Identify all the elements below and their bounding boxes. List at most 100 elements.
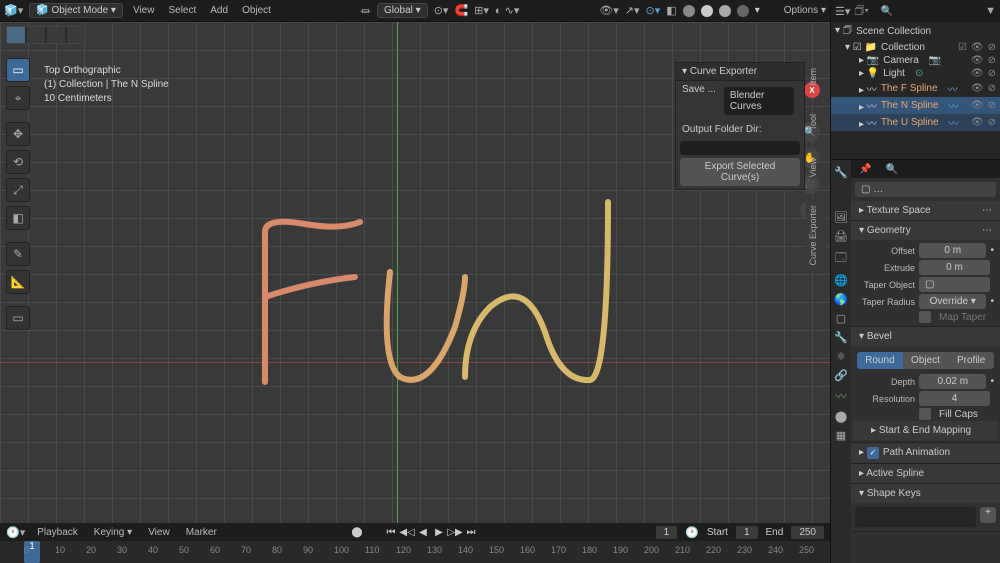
timeline-ruler[interactable]: 1 01020304050607080901001101201301401501… <box>0 541 830 563</box>
use-preview[interactable]: 🕐 <box>685 526 699 539</box>
props-search[interactable]: 🔍 <box>877 162 992 177</box>
menu-select[interactable]: Select <box>164 3 200 18</box>
item-camera[interactable]: ▸ 📷Camera📷 👁⊘ <box>831 54 1000 67</box>
ptab-scene[interactable]: 🌐 <box>834 274 848 287</box>
item-light[interactable]: ▸ 💡Light⊙ 👁⊘ <box>831 67 1000 80</box>
outliner-type[interactable]: ☰▾ <box>835 5 850 18</box>
panel-geometry[interactable]: ▾ Geometry⋯ <box>851 221 1000 240</box>
ptab-physics[interactable]: ⚛ <box>836 350 846 363</box>
tl-playback[interactable]: Playback <box>33 525 82 540</box>
ptab-material[interactable]: ⬤ <box>835 410 847 423</box>
current-frame[interactable]: 1 <box>656 526 678 539</box>
save-field[interactable]: Blender Curves <box>724 87 794 115</box>
tool-select[interactable]: ▭ <box>6 58 30 82</box>
snap-target[interactable]: ⊞▾ <box>474 4 489 17</box>
outliner-filter[interactable]: ▼ <box>985 5 996 17</box>
panel-start-end[interactable]: ▸ Start & End Mapping <box>853 421 998 440</box>
field-offset[interactable]: 0 m <box>919 243 986 258</box>
shape-key-add[interactable]: + <box>980 507 996 523</box>
ptab-modifier[interactable]: 🔧 <box>834 331 848 344</box>
breadcrumb[interactable]: ▢ … <box>855 182 996 197</box>
tool-mode-tabs[interactable] <box>6 26 86 44</box>
shading-wire[interactable] <box>683 5 695 17</box>
shape-keys-list[interactable] <box>855 507 976 527</box>
ptab-texture[interactable]: ▦ <box>836 429 846 442</box>
export-button[interactable]: Export Selected Curve(s) <box>680 158 800 186</box>
snap-toggle[interactable]: 🧲 <box>454 4 468 17</box>
tool-move[interactable]: ✥ <box>6 122 30 146</box>
tool-annotate[interactable]: ✎ <box>6 242 30 266</box>
orient-select[interactable]: Global ▾ <box>377 3 428 18</box>
tool-cursor[interactable]: ⌖ <box>6 86 30 110</box>
shading-solid[interactable] <box>701 5 713 17</box>
key-prev[interactable]: ◀◁ <box>400 525 414 539</box>
ptab-view[interactable]: 🗔 <box>835 249 847 268</box>
prop-edit[interactable]: ◐ ∿▾ <box>495 4 519 17</box>
field-taper-radius[interactable]: Override ▾ <box>919 294 986 309</box>
shading-mat[interactable] <box>719 5 731 17</box>
vis-gizmo[interactable]: 👁▾ <box>599 4 619 17</box>
pivot-icon[interactable]: ⊙▾ <box>434 4 449 17</box>
shading-drop[interactable]: ▾ <box>755 5 760 16</box>
mode-select[interactable]: 🧊 Object Mode ▾ <box>29 3 123 18</box>
play-rev[interactable]: ◀ <box>416 525 430 539</box>
menu-add[interactable]: Add <box>206 3 232 18</box>
ntab-tool[interactable]: Tool <box>806 108 826 137</box>
field-depth[interactable]: 0.02 m <box>919 374 986 389</box>
ntab-item[interactable]: Item <box>806 62 826 92</box>
ptab-world[interactable]: 🌎 <box>834 293 848 306</box>
item-f-spline[interactable]: ▸ 〰The F Spline〰 👁⊘ <box>831 80 1000 97</box>
menu-object[interactable]: Object <box>238 3 275 18</box>
panel-active-spline[interactable]: ▸ Active Spline <box>851 464 1000 483</box>
panel-shape-keys[interactable]: ▾ Shape Keys <box>851 484 1000 503</box>
ptab-output[interactable]: 🖨 <box>834 230 848 243</box>
bevel-mode-tabs[interactable]: Round Object Profile <box>857 352 994 369</box>
ntab-view[interactable]: View <box>806 152 826 183</box>
outliner-mode[interactable]: 🗇▾ <box>854 2 868 21</box>
xray-toggle[interactable]: ◧ <box>666 4 676 17</box>
tl-keying[interactable]: Keying ▾ <box>90 525 136 540</box>
tool-measure[interactable]: 📐 <box>6 270 30 294</box>
folder-field[interactable] <box>680 141 800 155</box>
key-next[interactable]: ▷▶ <box>448 525 462 539</box>
tl-type[interactable]: 🕐▾ <box>6 526 25 539</box>
panel-path-anim[interactable]: ▸ Path Animation <box>851 443 1000 463</box>
panel-texture-space[interactable]: ▸ Texture Space⋯ <box>851 201 1000 220</box>
field-resolution[interactable]: 4 <box>919 391 990 406</box>
tool-scale[interactable]: ⤢ <box>6 178 30 202</box>
play[interactable]: ▶ <box>432 525 446 539</box>
ptab-data[interactable]: 〰 <box>836 388 847 404</box>
item-n-spline[interactable]: ▸ 〰The N Spline〰 👁⊘ <box>831 97 1000 114</box>
end-frame[interactable]: 250 <box>791 526 824 539</box>
tl-marker[interactable]: Marker <box>182 525 221 540</box>
item-u-spline[interactable]: ▸ 〰The U Spline〰 👁⊘ <box>831 114 1000 131</box>
scene-collection[interactable]: ▾ 🗇Scene Collection <box>831 22 1000 41</box>
autokey[interactable]: ⬤ <box>350 525 364 539</box>
overlay-toggle[interactable]: ⊙▾ <box>646 4 661 17</box>
collection[interactable]: ▾ ☑ 📁Collection ☑👁⊘ <box>831 41 1000 54</box>
editor-type-icon[interactable]: 🧊▾ <box>4 4 23 17</box>
outliner-search[interactable]: 🔍 <box>873 4 981 19</box>
tool-addcube[interactable]: ▭ <box>6 306 30 330</box>
ptab-tool[interactable]: 🔧 <box>834 166 848 179</box>
ptab-object[interactable]: ▢ <box>836 312 846 325</box>
tool-transform[interactable]: ◧ <box>6 206 30 230</box>
shading-render[interactable] <box>737 5 749 17</box>
chk-map-taper[interactable] <box>919 311 931 323</box>
field-taper-object[interactable]: ▢ <box>919 277 990 292</box>
gizmo-toggle[interactable]: ↗▾ <box>625 4 640 17</box>
ptab-constraint[interactable]: 🔗 <box>834 369 848 382</box>
ptab-render[interactable]: 🖼 <box>834 211 848 224</box>
field-extrude[interactable]: 0 m <box>919 260 990 275</box>
jump-end[interactable]: ⏭ <box>464 525 478 539</box>
npanel-header[interactable]: ▾ Curve Exporter <box>676 63 804 81</box>
chk-fill-caps[interactable] <box>919 408 931 420</box>
jump-start[interactable]: ⏮ <box>384 525 398 539</box>
panel-bevel[interactable]: ▾ Bevel <box>851 327 1000 346</box>
orient-icon[interactable]: ⏛ <box>360 3 371 19</box>
props-pin[interactable]: 📌 <box>859 164 871 175</box>
start-frame[interactable]: 1 <box>736 526 758 539</box>
tl-view[interactable]: View <box>144 525 174 540</box>
options-menu[interactable]: Options ▾ <box>780 3 830 18</box>
ntab-curve-exporter[interactable]: Curve Exporter <box>806 199 826 272</box>
